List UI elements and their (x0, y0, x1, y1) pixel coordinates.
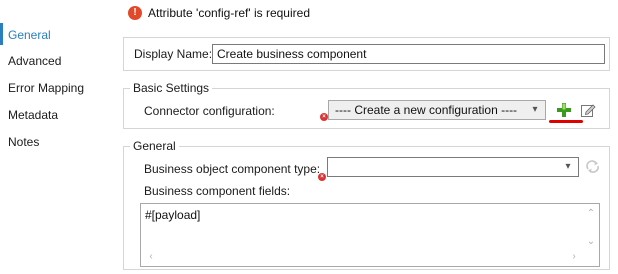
scroll-right-icon[interactable]: › (568, 251, 580, 262)
error-icon: ! (128, 6, 142, 20)
nav-item-notes[interactable]: Notes (8, 133, 108, 151)
chevron-down-icon: ▾ (532, 104, 538, 115)
edit-configuration-icon[interactable] (580, 102, 596, 118)
nav-item-error-mapping[interactable]: Error Mapping (8, 79, 108, 97)
chevron-down-icon: ▾ (565, 161, 571, 172)
nav-active-indicator (0, 23, 3, 45)
side-nav: General Advanced Error Mapping Metadata … (0, 0, 112, 274)
display-name-label: Display Name: (134, 47, 213, 61)
vertical-scrollbar[interactable]: ⌃ ⌄ (582, 204, 599, 249)
display-name-input[interactable] (212, 44, 605, 64)
add-configuration-icon[interactable] (556, 102, 572, 118)
refresh-icon[interactable] (585, 159, 601, 175)
highlight-underline (549, 120, 583, 123)
bo-fields-value: #[payload] (145, 208, 201, 222)
error-banner: ! Attribute 'config-ref' is required (128, 4, 310, 22)
connector-config-value: ---- Create a new configuration ---- (335, 103, 518, 117)
bo-fields-textarea[interactable]: #[payload] ⌃ ⌄ ‹ › (140, 203, 600, 267)
horizontal-scrollbar[interactable]: ‹ › (141, 249, 582, 266)
bo-type-label: Business object component type: (144, 162, 321, 176)
connector-error-icon: × (320, 113, 328, 121)
connector-config-select[interactable]: ---- Create a new configuration ---- ▾ (328, 100, 546, 120)
scroll-up-icon[interactable]: ⌃ (585, 208, 597, 219)
scroll-left-icon[interactable]: ‹ (145, 251, 157, 262)
nav-item-general[interactable]: General (8, 26, 108, 44)
bo-type-select[interactable]: ▾ (327, 157, 579, 177)
connector-config-label: Connector configuration: (144, 104, 275, 118)
general-title: General (130, 139, 179, 153)
nav-item-advanced[interactable]: Advanced (8, 52, 108, 70)
properties-editor: General Advanced Error Mapping Metadata … (0, 0, 618, 274)
error-message: Attribute 'config-ref' is required (148, 6, 310, 20)
display-name-group: Display Name: (123, 37, 610, 71)
general-group: General Business object component type: … (123, 139, 610, 270)
basic-settings-group: Basic Settings Connector configuration: … (123, 81, 610, 129)
scroll-down-icon[interactable]: ⌄ (585, 236, 597, 247)
bo-fields-label: Business component fields: (144, 184, 291, 198)
basic-settings-title: Basic Settings (130, 81, 213, 95)
nav-item-metadata[interactable]: Metadata (8, 106, 108, 124)
bo-type-error-icon: × (318, 173, 326, 181)
